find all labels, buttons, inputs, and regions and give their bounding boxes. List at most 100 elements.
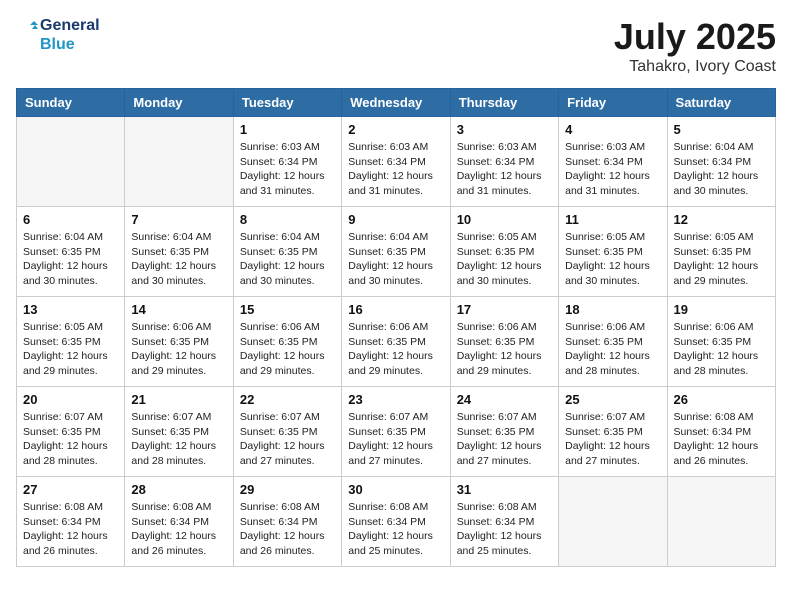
calendar-cell: 20 Sunrise: 6:07 AM Sunset: 6:35 PM Dayli… <box>17 387 125 477</box>
day-info: Sunrise: 6:08 AM Sunset: 6:34 PM Dayligh… <box>674 410 769 469</box>
calendar-cell: 18 Sunrise: 6:06 AM Sunset: 6:35 PM Dayli… <box>559 297 667 387</box>
calendar-cell: 14Sunrise: 6:06 AM Sunset: 6:35 PM Dayli… <box>125 297 233 387</box>
day-number: 25 <box>565 392 660 407</box>
day-number: 5 <box>674 122 769 137</box>
calendar-cell: 2 Sunrise: 6:03 AM Sunset: 6:34 PM Daylig… <box>342 117 450 207</box>
day-info: Sunrise: 6:04 AM Sunset: 6:35 PM Dayligh… <box>23 230 118 289</box>
day-info: Sunrise: 6:07 AM Sunset: 6:35 PM Dayligh… <box>23 410 118 469</box>
calendar-cell: 1Sunrise: 6:03 AM Sunset: 6:34 PM Daylig… <box>233 117 341 207</box>
day-info: Sunrise: 6:03 AM Sunset: 6:34 PM Dayligh… <box>240 140 335 199</box>
day-number: 24 <box>457 392 552 407</box>
weekday-header: Thursday <box>450 89 558 117</box>
calendar-week-row: 20 Sunrise: 6:07 AM Sunset: 6:35 PM Dayli… <box>17 387 776 477</box>
weekday-header-row: SundayMondayTuesdayWednesdayThursdayFrid… <box>17 89 776 117</box>
day-number: 14 <box>131 302 226 317</box>
day-info: Sunrise: 6:08 AM Sunset: 6:34 PM Dayligh… <box>457 500 552 559</box>
calendar-cell: 16 Sunrise: 6:06 AM Sunset: 6:35 PM Dayli… <box>342 297 450 387</box>
day-number: 12 <box>674 212 769 227</box>
day-info: Sunrise: 6:06 AM Sunset: 6:35 PM Dayligh… <box>240 320 335 379</box>
calendar-cell: 28 Sunrise: 6:08 AM Sunset: 6:34 PM Dayli… <box>125 477 233 567</box>
title-block: July 2025 Tahakro, Ivory Coast <box>614 16 776 76</box>
day-info: Sunrise: 6:07 AM Sunset: 6:35 PM Dayligh… <box>457 410 552 469</box>
calendar-cell: 21Sunrise: 6:07 AM Sunset: 6:35 PM Dayli… <box>125 387 233 477</box>
day-info: Sunrise: 6:05 AM Sunset: 6:35 PM Dayligh… <box>457 230 552 289</box>
weekday-header: Tuesday <box>233 89 341 117</box>
calendar-cell: 17Sunrise: 6:06 AM Sunset: 6:35 PM Dayli… <box>450 297 558 387</box>
day-number: 23 <box>348 392 443 407</box>
calendar-cell <box>125 117 233 207</box>
day-info: Sunrise: 6:06 AM Sunset: 6:35 PM Dayligh… <box>565 320 660 379</box>
day-number: 4 <box>565 122 660 137</box>
day-number: 3 <box>457 122 552 137</box>
day-number: 31 <box>457 482 552 497</box>
page-title: July 2025 <box>614 16 776 58</box>
day-info: Sunrise: 6:07 AM Sunset: 6:35 PM Dayligh… <box>565 410 660 469</box>
day-number: 10 <box>457 212 552 227</box>
logo-line2: Blue <box>40 35 100 54</box>
day-number: 27 <box>23 482 118 497</box>
calendar-week-row: 1Sunrise: 6:03 AM Sunset: 6:34 PM Daylig… <box>17 117 776 207</box>
day-number: 2 <box>348 122 443 137</box>
calendar-cell: 9Sunrise: 6:04 AM Sunset: 6:35 PM Daylig… <box>342 207 450 297</box>
calendar-cell: 30Sunrise: 6:08 AM Sunset: 6:34 PM Dayli… <box>342 477 450 567</box>
weekday-header: Saturday <box>667 89 775 117</box>
calendar-cell <box>667 477 775 567</box>
calendar-cell: 15Sunrise: 6:06 AM Sunset: 6:35 PM Dayli… <box>233 297 341 387</box>
day-number: 21 <box>131 392 226 407</box>
day-info: Sunrise: 6:04 AM Sunset: 6:35 PM Dayligh… <box>131 230 226 289</box>
weekday-header: Wednesday <box>342 89 450 117</box>
day-info: Sunrise: 6:08 AM Sunset: 6:34 PM Dayligh… <box>131 500 226 559</box>
weekday-header: Friday <box>559 89 667 117</box>
day-info: Sunrise: 6:06 AM Sunset: 6:35 PM Dayligh… <box>457 320 552 379</box>
calendar-cell: 3 Sunrise: 6:03 AM Sunset: 6:34 PM Daylig… <box>450 117 558 207</box>
calendar-cell: 5Sunrise: 6:04 AM Sunset: 6:34 PM Daylig… <box>667 117 775 207</box>
calendar-week-row: 13 Sunrise: 6:05 AM Sunset: 6:35 PM Dayli… <box>17 297 776 387</box>
day-number: 7 <box>131 212 226 227</box>
day-number: 28 <box>131 482 226 497</box>
day-info: Sunrise: 6:05 AM Sunset: 6:35 PM Dayligh… <box>565 230 660 289</box>
calendar-cell: 8 Sunrise: 6:04 AM Sunset: 6:35 PM Daylig… <box>233 207 341 297</box>
day-info: Sunrise: 6:03 AM Sunset: 6:34 PM Dayligh… <box>457 140 552 199</box>
day-info: Sunrise: 6:04 AM Sunset: 6:35 PM Dayligh… <box>348 230 443 289</box>
day-info: Sunrise: 6:03 AM Sunset: 6:34 PM Dayligh… <box>348 140 443 199</box>
calendar-cell: 22Sunrise: 6:07 AM Sunset: 6:35 PM Dayli… <box>233 387 341 477</box>
logo-svg: General Blue <box>16 16 100 54</box>
day-info: Sunrise: 6:08 AM Sunset: 6:34 PM Dayligh… <box>240 500 335 559</box>
page-header: General Blue July 2025 Tahakro, Ivory Co… <box>16 16 776 76</box>
day-number: 13 <box>23 302 118 317</box>
day-number: 26 <box>674 392 769 407</box>
calendar-cell: 6 Sunrise: 6:04 AM Sunset: 6:35 PM Daylig… <box>17 207 125 297</box>
day-number: 22 <box>240 392 335 407</box>
calendar-cell: 25 Sunrise: 6:07 AM Sunset: 6:35 PM Dayli… <box>559 387 667 477</box>
day-number: 20 <box>23 392 118 407</box>
day-info: Sunrise: 6:03 AM Sunset: 6:34 PM Dayligh… <box>565 140 660 199</box>
calendar-cell: 7 Sunrise: 6:04 AM Sunset: 6:35 PM Daylig… <box>125 207 233 297</box>
day-info: Sunrise: 6:06 AM Sunset: 6:35 PM Dayligh… <box>674 320 769 379</box>
calendar-cell: 13 Sunrise: 6:05 AM Sunset: 6:35 PM Dayli… <box>17 297 125 387</box>
calendar-cell: 31 Sunrise: 6:08 AM Sunset: 6:34 PM Dayli… <box>450 477 558 567</box>
logo: General Blue <box>16 16 100 54</box>
logo-line1: General <box>40 16 100 35</box>
calendar-cell: 24 Sunrise: 6:07 AM Sunset: 6:35 PM Dayli… <box>450 387 558 477</box>
calendar-cell: 19Sunrise: 6:06 AM Sunset: 6:35 PM Dayli… <box>667 297 775 387</box>
calendar-cell: 12Sunrise: 6:05 AM Sunset: 6:35 PM Dayli… <box>667 207 775 297</box>
day-number: 8 <box>240 212 335 227</box>
day-info: Sunrise: 6:04 AM Sunset: 6:35 PM Dayligh… <box>240 230 335 289</box>
calendar-cell: 27Sunrise: 6:08 AM Sunset: 6:34 PM Dayli… <box>17 477 125 567</box>
calendar-table: SundayMondayTuesdayWednesdayThursdayFrid… <box>16 88 776 567</box>
day-number: 16 <box>348 302 443 317</box>
day-info: Sunrise: 6:05 AM Sunset: 6:35 PM Dayligh… <box>23 320 118 379</box>
calendar-cell <box>17 117 125 207</box>
day-number: 18 <box>565 302 660 317</box>
day-info: Sunrise: 6:06 AM Sunset: 6:35 PM Dayligh… <box>348 320 443 379</box>
day-number: 6 <box>23 212 118 227</box>
day-number: 11 <box>565 212 660 227</box>
calendar-cell <box>559 477 667 567</box>
calendar-cell: 23Sunrise: 6:07 AM Sunset: 6:35 PM Dayli… <box>342 387 450 477</box>
calendar-week-row: 27 Sunrise: 6:08 AM Sunset: 6:34 PM Dayli… <box>17 477 776 567</box>
calendar-cell: 11 Sunrise: 6:05 AM Sunset: 6:35 PM Dayli… <box>559 207 667 297</box>
weekday-header: Sunday <box>17 89 125 117</box>
calendar-cell: 10 Sunrise: 6:05 AM Sunset: 6:35 PM Dayli… <box>450 207 558 297</box>
day-number: 30 <box>348 482 443 497</box>
logo-bird-icon <box>16 21 38 49</box>
